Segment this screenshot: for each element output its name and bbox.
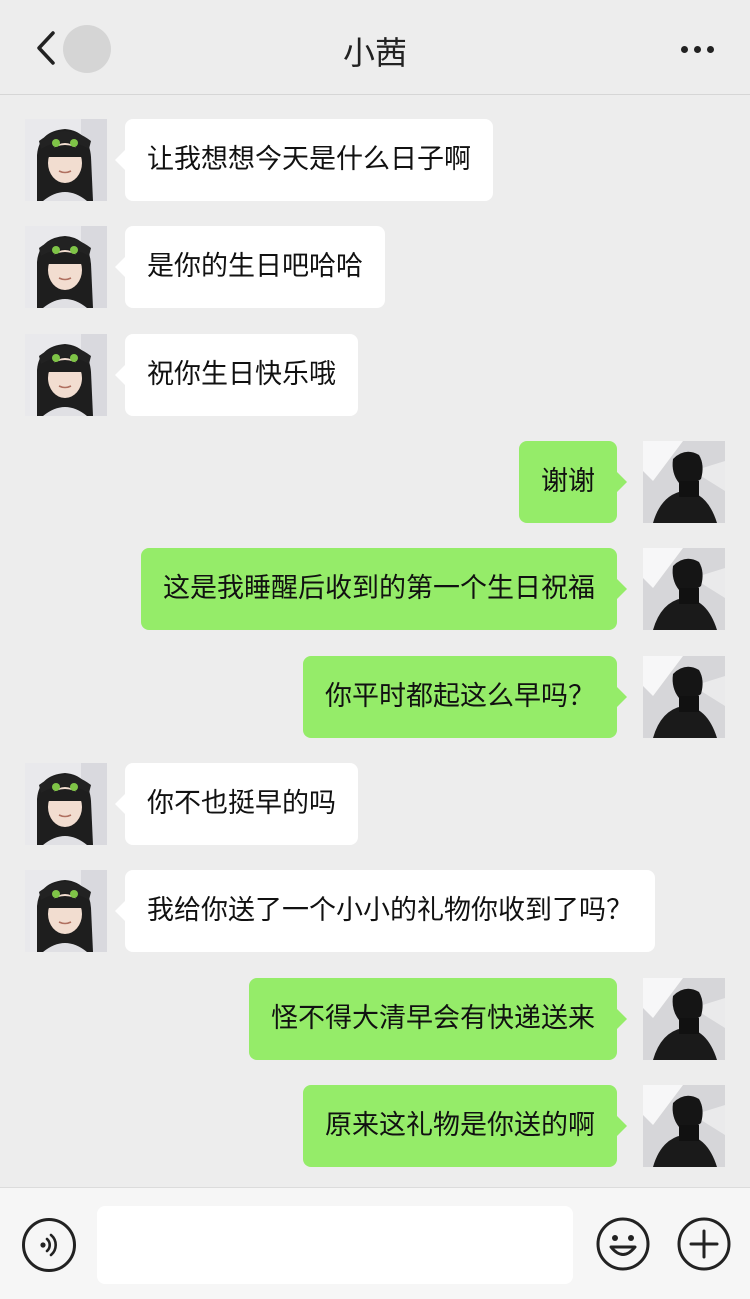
- message-row: 让我想想今天是什么日子啊: [0, 119, 750, 201]
- input-bar: [0, 1187, 750, 1299]
- emoji-button[interactable]: [595, 1216, 651, 1272]
- message-bubble[interactable]: 原来这礼物是你送的啊: [303, 1085, 627, 1167]
- message-bubble[interactable]: 祝你生日快乐哦: [115, 334, 358, 416]
- message-bubble[interactable]: 这是我睡醒后收到的第一个生日祝福: [141, 548, 627, 630]
- self-avatar[interactable]: [643, 656, 725, 738]
- message-row: 这是我睡醒后收到的第一个生日祝福: [0, 548, 750, 630]
- contact-avatar[interactable]: [25, 226, 107, 308]
- voice-icon: [40, 1233, 57, 1257]
- self-avatar[interactable]: [643, 1085, 725, 1167]
- contact-avatar[interactable]: [25, 119, 107, 201]
- more-button[interactable]: [674, 30, 720, 68]
- contact-avatar[interactable]: [25, 334, 107, 416]
- message-bubble[interactable]: 我给你送了一个小小的礼物你收到了吗？: [115, 870, 655, 952]
- more-horizontal-icon: [680, 45, 688, 53]
- contact-avatar[interactable]: [25, 870, 107, 952]
- self-avatar[interactable]: [643, 978, 725, 1060]
- message-input[interactable]: [97, 1206, 573, 1284]
- contact-avatar[interactable]: [25, 763, 107, 845]
- message-bubble[interactable]: 谢谢: [519, 441, 627, 523]
- message-row: 怪不得大清早会有快递送来: [0, 978, 750, 1060]
- message-row: 祝你生日快乐哦: [0, 334, 750, 416]
- message-row: 你不也挺早的吗: [0, 763, 750, 845]
- message-row: 是你的生日吧哈哈: [0, 226, 750, 308]
- message-bubble[interactable]: 怪不得大清早会有快递送来: [249, 978, 627, 1060]
- chat-title: 小茜: [342, 34, 407, 72]
- chat-header: 小茜: [0, 0, 750, 95]
- emoji-icon: [596, 1217, 650, 1271]
- message-list[interactable]: 让我想想今天是什么日子啊 是你的生日吧哈哈 祝你生日快乐哦 谢谢 这是我睡醒后收…: [0, 96, 750, 1186]
- message-bubble[interactable]: 让我想想今天是什么日子啊: [115, 119, 493, 201]
- self-avatar[interactable]: [643, 548, 725, 630]
- message-bubble[interactable]: 你不也挺早的吗: [115, 763, 358, 845]
- self-avatar[interactable]: [643, 441, 725, 523]
- plus-icon: [677, 1217, 731, 1271]
- voice-button[interactable]: [22, 1218, 76, 1272]
- message-bubble[interactable]: 是你的生日吧哈哈: [115, 226, 385, 308]
- message-bubble[interactable]: 你平时都起这么早吗？: [303, 656, 627, 738]
- message-row: 你平时都起这么早吗？: [0, 656, 750, 738]
- more-functions-button[interactable]: [676, 1216, 732, 1272]
- message-row: 原来这礼物是你送的啊: [0, 1085, 750, 1167]
- message-row: 我给你送了一个小小的礼物你收到了吗？: [0, 870, 750, 952]
- message-row: 谢谢: [0, 441, 750, 523]
